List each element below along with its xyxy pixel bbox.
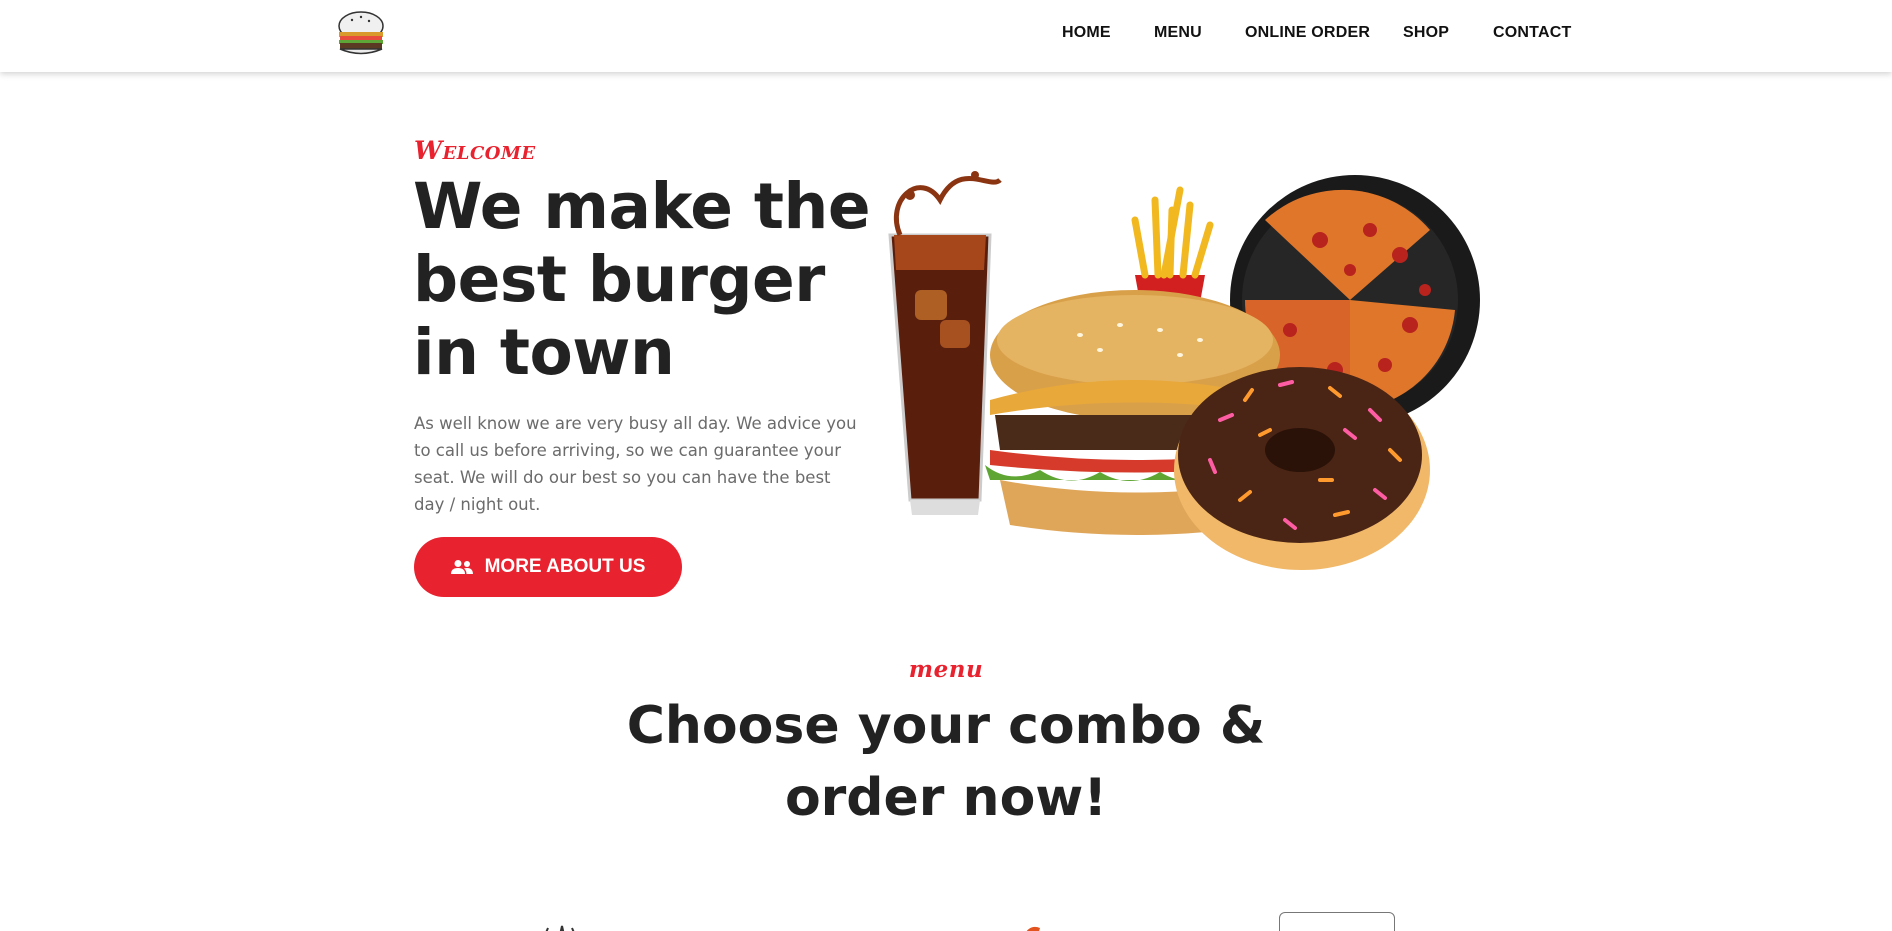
site-header: HOME MENU ONLINE ORDER SHOP CONTACT — [0, 0, 1892, 72]
nav-home[interactable]: HOME — [1062, 24, 1111, 42]
nav-online-order[interactable]: ONLINE ORDER — [1245, 24, 1370, 42]
menu-section-title: Choose your combo & order now! — [0, 690, 1892, 834]
more-about-us-button[interactable]: MORE ABOUT US — [414, 537, 682, 597]
food-combo-illustration — [880, 160, 1485, 570]
menu-filter-box[interactable] — [1279, 912, 1395, 931]
more-about-us-label: MORE ABOUT US — [484, 556, 646, 577]
menu-item-icon — [1020, 920, 1060, 931]
nav-contact[interactable]: CONTACT — [1493, 24, 1571, 42]
nav-shop[interactable]: SHOP — [1403, 24, 1449, 42]
hero-description: As well know we are very busy all day. W… — [414, 414, 857, 514]
menu-section-title-text: Choose your combo & order now! — [626, 696, 1266, 828]
hero-eyebrow: Welcome — [414, 136, 536, 165]
nav-menu[interactable]: MENU — [1154, 24, 1202, 42]
burger-logo-icon[interactable] — [334, 6, 388, 60]
users-icon — [450, 560, 473, 574]
menu-item-icon — [540, 920, 580, 931]
hero-title: We make the best burger in town — [413, 170, 871, 389]
menu-eyebrow: menu — [908, 656, 984, 683]
